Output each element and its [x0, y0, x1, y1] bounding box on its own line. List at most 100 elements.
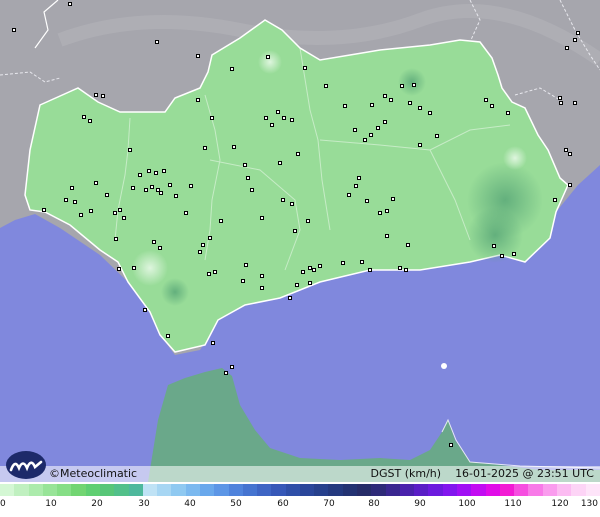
station-marker[interactable] [500, 254, 504, 258]
station-marker[interactable] [370, 103, 374, 107]
station-marker[interactable] [246, 176, 250, 180]
station-marker[interactable] [168, 183, 172, 187]
station-marker[interactable] [250, 188, 254, 192]
station-marker[interactable] [196, 98, 200, 102]
station-marker[interactable] [82, 115, 86, 119]
station-marker[interactable] [369, 133, 373, 137]
station-marker[interactable] [260, 274, 264, 278]
station-marker[interactable] [353, 128, 357, 132]
station-marker[interactable] [383, 94, 387, 98]
station-marker[interactable] [565, 46, 569, 50]
station-marker[interactable] [12, 28, 16, 32]
station-marker[interactable] [573, 38, 577, 42]
station-marker[interactable] [201, 243, 205, 247]
station-marker[interactable] [389, 98, 393, 102]
station-marker[interactable] [89, 209, 93, 213]
station-marker[interactable] [241, 279, 245, 283]
station-marker[interactable] [290, 202, 294, 206]
station-marker[interactable] [312, 268, 316, 272]
station-marker[interactable] [278, 161, 282, 165]
station-marker[interactable] [159, 191, 163, 195]
station-marker[interactable] [354, 184, 358, 188]
station-marker[interactable] [553, 198, 557, 202]
station-marker[interactable] [213, 270, 217, 274]
station-marker[interactable] [288, 296, 292, 300]
station-marker[interactable] [94, 181, 98, 185]
station-marker[interactable] [166, 334, 170, 338]
station-marker[interactable] [412, 83, 416, 87]
station-marker[interactable] [506, 111, 510, 115]
station-marker[interactable] [131, 186, 135, 190]
station-marker[interactable] [147, 169, 151, 173]
station-marker[interactable] [79, 213, 83, 217]
station-marker[interactable] [143, 308, 147, 312]
station-marker[interactable] [210, 116, 214, 120]
station-marker[interactable] [88, 119, 92, 123]
station-marker[interactable] [406, 243, 410, 247]
station-marker[interactable] [198, 250, 202, 254]
station-marker[interactable] [150, 185, 154, 189]
station-marker[interactable] [295, 283, 299, 287]
station-marker[interactable] [94, 93, 98, 97]
station-marker[interactable] [512, 252, 516, 256]
station-marker[interactable] [290, 118, 294, 122]
station-marker[interactable] [449, 443, 453, 447]
station-marker[interactable] [232, 145, 236, 149]
station-marker[interactable] [365, 199, 369, 203]
station-marker[interactable] [208, 236, 212, 240]
station-marker[interactable] [418, 106, 422, 110]
station-marker[interactable] [281, 198, 285, 202]
station-marker[interactable] [385, 234, 389, 238]
station-marker[interactable] [114, 237, 118, 241]
station-marker[interactable] [391, 197, 395, 201]
station-marker[interactable] [398, 266, 402, 270]
station-marker[interactable] [101, 94, 105, 98]
station-marker[interactable] [568, 183, 572, 187]
station-marker[interactable] [144, 188, 148, 192]
station-marker[interactable] [266, 55, 270, 59]
station-marker[interactable] [152, 240, 156, 244]
station-marker[interactable] [117, 267, 121, 271]
station-marker[interactable] [568, 152, 572, 156]
station-marker[interactable] [138, 173, 142, 177]
station-marker[interactable] [270, 123, 274, 127]
station-marker[interactable] [224, 371, 228, 375]
station-marker[interactable] [404, 268, 408, 272]
station-marker[interactable] [105, 193, 109, 197]
station-marker[interactable] [347, 193, 351, 197]
station-marker[interactable] [564, 148, 568, 152]
station-marker[interactable] [357, 176, 361, 180]
station-marker[interactable] [385, 209, 389, 213]
station-marker[interactable] [196, 54, 200, 58]
station-marker[interactable] [68, 2, 72, 6]
station-marker[interactable] [308, 281, 312, 285]
station-marker[interactable] [318, 264, 322, 268]
station-marker[interactable] [306, 219, 310, 223]
station-marker[interactable] [154, 171, 158, 175]
station-marker[interactable] [484, 98, 488, 102]
station-marker[interactable] [282, 116, 286, 120]
station-marker[interactable] [324, 84, 328, 88]
station-marker[interactable] [158, 246, 162, 250]
station-marker[interactable] [301, 270, 305, 274]
station-marker[interactable] [573, 101, 577, 105]
station-marker[interactable] [243, 163, 247, 167]
station-marker[interactable] [558, 96, 562, 100]
station-marker[interactable] [162, 169, 166, 173]
station-marker[interactable] [363, 138, 367, 142]
station-marker[interactable] [184, 211, 188, 215]
station-marker[interactable] [276, 110, 280, 114]
station-marker[interactable] [211, 341, 215, 345]
station-marker[interactable] [132, 266, 136, 270]
station-marker[interactable] [118, 208, 122, 212]
station-marker[interactable] [408, 101, 412, 105]
station-marker[interactable] [42, 208, 46, 212]
station-marker[interactable] [260, 286, 264, 290]
station-marker[interactable] [576, 31, 580, 35]
station-marker[interactable] [303, 66, 307, 70]
station-marker[interactable] [264, 116, 268, 120]
station-marker[interactable] [400, 84, 404, 88]
station-marker[interactable] [368, 268, 372, 272]
station-marker[interactable] [343, 104, 347, 108]
station-marker[interactable] [378, 211, 382, 215]
